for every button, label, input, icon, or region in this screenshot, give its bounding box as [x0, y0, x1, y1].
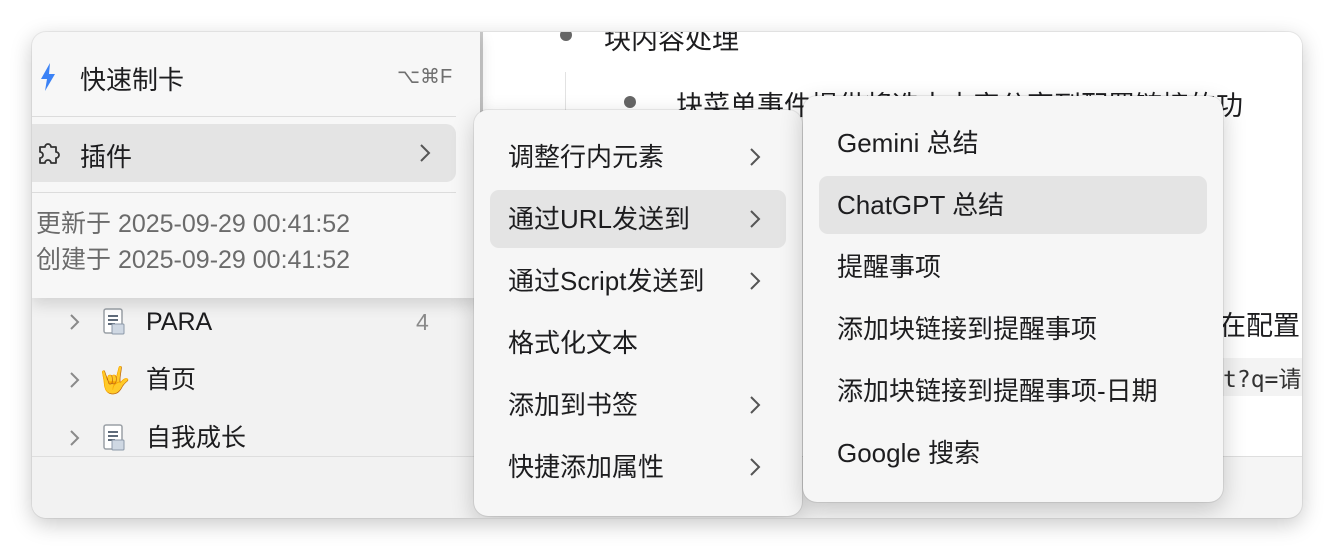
menu-item-label: 添加块链接到提醒事项 [837, 314, 1098, 344]
tree-item-self-growth[interactable]: 自我成长 [32, 410, 480, 466]
menu-item-quick-add-attribute[interactable]: 快捷添加属性 [490, 438, 786, 496]
tree-item-label: 首页 [146, 366, 197, 394]
inline-code[interactable]: t?q=请 [1219, 358, 1302, 396]
menu-item-add-link-to-reminders-date[interactable]: 添加块链接到提醒事项-日期 [819, 362, 1207, 420]
chevron-right-icon [750, 148, 761, 166]
menu-item-label: 添加块链接到提醒事项-日期 [837, 376, 1158, 406]
updated-timestamp: 更新于 2025-09-29 00:41:52 [36, 210, 351, 238]
menu-item-add-link-to-reminders[interactable]: 添加块链接到提醒事项 [819, 300, 1207, 358]
keyboard-shortcut: ⌥⌘F [397, 66, 453, 88]
menu-item-label: 格式化文本 [508, 328, 639, 358]
menu-item-send-via-url[interactable]: 通过URL发送到 [490, 190, 786, 248]
chevron-right-icon[interactable] [62, 368, 86, 392]
menu-item-send-via-script[interactable]: 通过Script发送到 [490, 252, 786, 310]
menu-item-label: ChatGPT 总结 [837, 190, 1005, 220]
menu-item-quick-card[interactable]: 快速制卡 ⌥⌘F [32, 48, 456, 106]
chevron-right-icon[interactable] [62, 310, 86, 334]
menu-item-label: 快捷添加属性 [508, 452, 665, 482]
chevron-right-icon [420, 144, 431, 162]
menu-item-chatgpt-summary[interactable]: ChatGPT 总结 [819, 176, 1207, 234]
send-via-url-submenu: Gemini 总结 ChatGPT 总结 提醒事项 添加块链接到提醒事项 添加块… [803, 96, 1223, 502]
menu-item-label: 添加到书签 [508, 390, 639, 420]
tree-item-para[interactable]: PARA 4 [32, 294, 480, 350]
menu-item-google-search[interactable]: Google 搜索 [819, 424, 1207, 482]
bullet-dot [624, 96, 636, 108]
menu-separator [32, 192, 456, 193]
editor-line[interactable]: 在配置了 [1219, 304, 1302, 343]
menu-item-label: 通过Script发送到 [508, 266, 705, 296]
block-context-menu: 快速制卡 ⌥⌘F 插件 更新于 2025-09-29 00:41:52 创建于 … [32, 32, 480, 298]
menu-item-label: Gemini 总结 [837, 128, 979, 158]
menu-item-plugins[interactable]: 插件 [32, 124, 456, 182]
tree-item-count: 4 [416, 309, 429, 335]
puzzle-icon [39, 143, 60, 164]
rock-hand-emoji-icon: 🤟 [98, 365, 131, 395]
chevron-right-icon [750, 458, 761, 476]
tree-item-label: 自我成长 [146, 424, 247, 452]
bullet-dot [560, 32, 572, 41]
tree-item-home[interactable]: 🤟 首页 [32, 352, 480, 408]
app-window: PARA 4 🤟 首页 自我成长 块内容处理 块菜单事件提供将选中内容分享到配置… [32, 32, 1302, 518]
created-timestamp: 创建于 2025-09-29 00:41:52 [36, 246, 351, 274]
menu-separator [32, 116, 456, 117]
chevron-right-icon [750, 396, 761, 414]
menu-item-label: 快速制卡 [80, 65, 185, 95]
menu-item-reminders[interactable]: 提醒事项 [819, 238, 1207, 296]
menu-item-add-bookmark[interactable]: 添加到书签 [490, 376, 786, 434]
editor-line[interactable]: 块内容处理 [604, 32, 739, 57]
tree-item-label: PARA [146, 308, 213, 336]
menu-item-format-text[interactable]: 格式化文本 [490, 314, 786, 372]
plugin-submenu: 调整行内元素 通过URL发送到 通过Script发送到 格式化文本 添加到书签 … [474, 110, 802, 516]
menu-item-adjust-inline[interactable]: 调整行内元素 [490, 128, 786, 186]
document-icon [103, 424, 125, 451]
menu-item-label: 调整行内元素 [508, 142, 665, 172]
menu-item-label: 通过URL发送到 [508, 204, 691, 234]
menu-item-label: Google 搜索 [837, 438, 981, 468]
menu-item-label: 提醒事项 [837, 252, 942, 282]
menu-item-label: 插件 [80, 142, 133, 172]
chevron-right-icon [750, 210, 761, 228]
chevron-right-icon[interactable] [62, 426, 86, 450]
lightning-icon [41, 63, 55, 91]
menu-item-gemini-summary[interactable]: Gemini 总结 [819, 114, 1207, 172]
chevron-right-icon [750, 272, 761, 290]
document-icon [103, 308, 125, 335]
